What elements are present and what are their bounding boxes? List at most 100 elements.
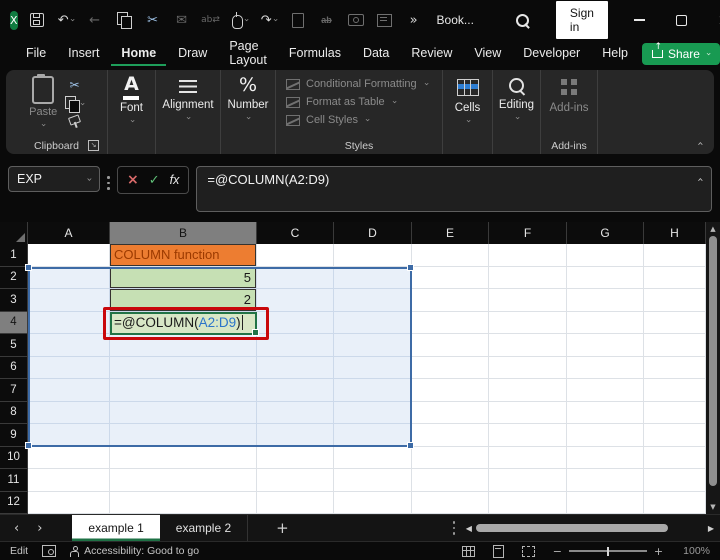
cell-D3[interactable] — [334, 289, 412, 312]
cell-F8[interactable] — [489, 401, 567, 424]
cell-B4[interactable]: =@COLUMN(A2:D9) — [110, 311, 257, 334]
cell-D10[interactable] — [334, 446, 412, 469]
cell-C11[interactable] — [257, 469, 334, 492]
cut-icon[interactable]: ✂ — [143, 10, 163, 30]
zoom-slider[interactable] — [568, 546, 647, 556]
menu-tab-file[interactable]: File — [16, 42, 56, 66]
cell-B11[interactable] — [110, 469, 257, 492]
horizontal-scroll-thumb[interactable] — [475, 524, 668, 532]
row-header-4[interactable]: 4 — [0, 311, 28, 334]
cell-F1[interactable] — [489, 244, 567, 267]
vertical-scroll-thumb[interactable] — [709, 236, 717, 486]
cell-G10[interactable] — [567, 446, 644, 469]
row-header-6[interactable]: 6 — [0, 356, 28, 379]
cell-A1[interactable] — [28, 244, 110, 267]
cell-G11[interactable] — [567, 469, 644, 492]
cell-C10[interactable] — [257, 446, 334, 469]
cells-button[interactable]: Cells › — [455, 76, 480, 126]
more-commands-icon[interactable]: » — [404, 10, 424, 30]
sheet-tab-example-2[interactable]: example 2 — [160, 515, 249, 541]
menu-tab-developer[interactable]: Developer — [513, 42, 590, 66]
cell-A12[interactable] — [28, 491, 110, 514]
collapse-ribbon-icon[interactable]: › — [693, 141, 706, 145]
selection-handle[interactable] — [25, 442, 32, 449]
copy-icon[interactable] — [114, 10, 134, 30]
cell-H1[interactable] — [644, 244, 706, 267]
column-header-C[interactable]: C — [257, 222, 334, 244]
cell-G2[interactable] — [567, 266, 644, 289]
cell-F12[interactable] — [489, 491, 567, 514]
cell-G1[interactable] — [567, 244, 644, 267]
cell-E6[interactable] — [412, 356, 489, 379]
menu-tab-view[interactable]: View — [464, 42, 511, 66]
normal-view-icon[interactable] — [461, 545, 475, 557]
cell-A6[interactable] — [28, 356, 110, 379]
cell-D2[interactable] — [334, 266, 412, 289]
cell-B5[interactable] — [110, 334, 257, 357]
column-header-E[interactable]: E — [412, 222, 489, 244]
expand-formula-bar-icon[interactable]: › — [693, 177, 706, 181]
row-header-1[interactable]: 1 — [0, 244, 28, 267]
column-header-A[interactable]: A — [28, 222, 110, 244]
cell-H12[interactable] — [644, 491, 706, 514]
cell-H4[interactable] — [644, 311, 706, 334]
cell-G6[interactable] — [567, 356, 644, 379]
alignment-button[interactable]: Alignment › — [162, 76, 214, 123]
redo-icon[interactable]: ↷ › — [259, 10, 280, 30]
cell-G7[interactable] — [567, 379, 644, 402]
cut-button[interactable]: ✂ — [70, 78, 80, 92]
insert-function-icon[interactable]: fx — [170, 173, 180, 187]
cell-D1[interactable] — [334, 244, 412, 267]
cell-C4[interactable] — [257, 311, 334, 334]
scroll-down-icon[interactable]: ▼ — [710, 502, 715, 512]
cell-F9[interactable] — [489, 424, 567, 447]
cell-F3[interactable] — [489, 289, 567, 312]
row-header-12[interactable]: 12 — [0, 491, 28, 514]
minimize-button[interactable] — [623, 6, 657, 34]
cell-B7[interactable] — [110, 379, 257, 402]
cell-A3[interactable] — [28, 289, 110, 312]
column-header-D[interactable]: D — [334, 222, 412, 244]
sheet-prev-icon[interactable]: ‹ — [14, 521, 19, 536]
cell-D9[interactable] — [334, 424, 412, 447]
cell-E7[interactable] — [412, 379, 489, 402]
cell-B1[interactable]: COLUMN function — [110, 244, 257, 267]
cell-B3[interactable]: 2 — [110, 289, 257, 312]
menu-tab-help[interactable]: Help — [592, 42, 638, 66]
cell-B9[interactable] — [110, 424, 257, 447]
cell-G9[interactable] — [567, 424, 644, 447]
selection-handle[interactable] — [407, 442, 414, 449]
cell-G8[interactable] — [567, 401, 644, 424]
cell-B10[interactable] — [110, 446, 257, 469]
cell-A4[interactable] — [28, 311, 110, 334]
cell-C5[interactable] — [257, 334, 334, 357]
scroll-right-icon[interactable]: ▶ — [708, 524, 714, 533]
number-button[interactable]: % Number › — [228, 76, 269, 123]
cell-A8[interactable] — [28, 401, 110, 424]
cell-H11[interactable] — [644, 469, 706, 492]
cell-F4[interactable] — [489, 311, 567, 334]
row-header-5[interactable]: 5 — [0, 334, 28, 357]
column-header-F[interactable]: F — [489, 222, 567, 244]
cell-E8[interactable] — [412, 401, 489, 424]
cell-E2[interactable] — [412, 266, 489, 289]
cell-H5[interactable] — [644, 334, 706, 357]
cell-B2[interactable]: 5 — [110, 266, 257, 289]
cell-D4[interactable] — [334, 311, 412, 334]
vertical-scrollbar[interactable]: ▲ ▼ — [706, 222, 720, 514]
cell-D11[interactable] — [334, 469, 412, 492]
menu-tab-data[interactable]: Data — [353, 42, 399, 66]
row-header-11[interactable]: 11 — [0, 469, 28, 492]
sign-in-button[interactable]: Sign in — [555, 1, 608, 39]
zoom-out-icon[interactable]: − — [553, 545, 562, 558]
selection-handle[interactable] — [25, 264, 32, 271]
sheet-next-icon[interactable]: › — [37, 521, 42, 536]
menu-tab-review[interactable]: Review — [401, 42, 462, 66]
cell-C8[interactable] — [257, 401, 334, 424]
cell-G3[interactable] — [567, 289, 644, 312]
cell-A5[interactable] — [28, 334, 110, 357]
cell-C3[interactable] — [257, 289, 334, 312]
cell-D8[interactable] — [334, 401, 412, 424]
sheet-tab-example-1[interactable]: example 1 — [72, 515, 160, 541]
cell-H8[interactable] — [644, 401, 706, 424]
